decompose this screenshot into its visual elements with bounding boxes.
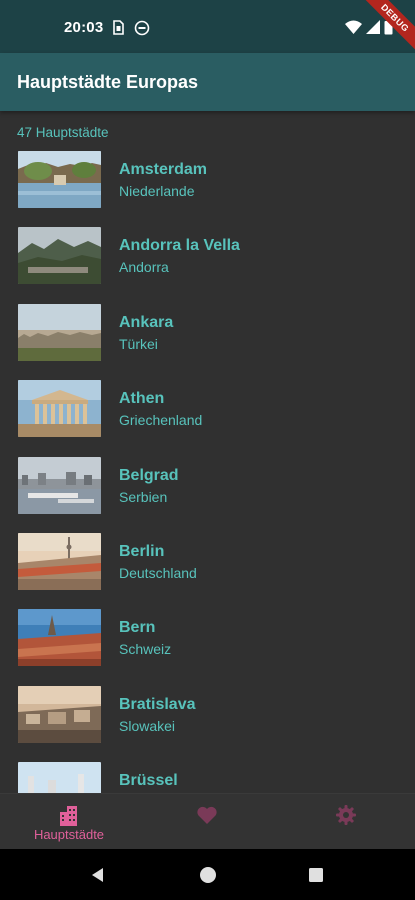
recents-icon[interactable] [306, 865, 326, 885]
system-navigation-bar [0, 849, 415, 900]
data-saver-icon [134, 20, 150, 36]
gear-icon [336, 805, 356, 825]
city-name: Andorra la Vella [119, 237, 240, 255]
list-item[interactable]: Andorra la Vella Andorra [0, 224, 415, 300]
city-name: Bern [119, 619, 156, 637]
country-name: Schweiz [119, 641, 172, 658]
city-thumbnail-bern [18, 609, 101, 667]
status-time: 20:03 [64, 19, 104, 36]
country-name: Deutschland [119, 564, 197, 581]
list-item[interactable]: Belgrad Serbien [0, 454, 415, 530]
country-name: Slowakei [119, 717, 176, 734]
capitals-list[interactable]: Amsterdam Niederlande Andorra la Vella A… [0, 148, 415, 793]
status-icons [345, 19, 393, 35]
city-thumbnail-belgrad [18, 456, 101, 514]
city-thumbnail-amsterdam [18, 151, 101, 208]
city-name: Belgrad [119, 466, 179, 484]
nav-item-hauptstaedte[interactable]: Hauptstädte [0, 794, 138, 850]
country-name: Griechenland [119, 412, 203, 429]
city-name: Brüssel [119, 772, 178, 790]
country-name: Niederlande [119, 183, 195, 199]
city-thumbnail-berlin [18, 532, 101, 590]
home-icon[interactable] [198, 865, 218, 885]
city-thumbnail-andorra-la-vella [18, 227, 101, 285]
list-item[interactable]: Ankara Türkei [0, 301, 415, 377]
wifi-icon [345, 20, 362, 34]
list-item[interactable]: Amsterdam Niederlande [0, 148, 415, 224]
back-icon[interactable] [88, 865, 108, 885]
list-item[interactable]: Athen Griechenland [0, 377, 415, 453]
capitals-list-screen[interactable]: 47 Hauptstädte Amsterdam Niederlande And… [0, 111, 415, 793]
city-thumbnail-athen [18, 380, 101, 438]
signal-icon [366, 20, 380, 34]
page-title: Hauptstädte Europas [17, 72, 199, 92]
list-item[interactable]: Bern Schweiz [0, 606, 415, 682]
city-icon [60, 806, 77, 826]
country-name: Andorra [119, 259, 169, 276]
city-thumbnail-ankara [18, 303, 101, 361]
city-name: Athen [119, 390, 165, 408]
city-name: Ankara [119, 313, 174, 331]
status-bar: 20:03 [0, 0, 415, 53]
nav-label-hauptstaedte: Hauptstädte [33, 827, 105, 842]
app-bar: Hauptstädte Europas [0, 53, 415, 111]
heart-icon [197, 806, 217, 824]
city-thumbnail-bruessel [18, 762, 101, 793]
capital-count: 47 Hauptstädte [17, 125, 109, 140]
sim-card-icon [113, 20, 124, 35]
list-item[interactable]: Brüssel [0, 759, 415, 793]
city-name: Amsterdam [119, 161, 208, 178]
nav-item-settings[interactable] [277, 794, 415, 850]
city-name: Bratislava [119, 695, 196, 713]
list-item[interactable]: Berlin Deutschland [0, 530, 415, 606]
country-name: Türkei [119, 335, 158, 352]
city-thumbnail-bratislava [18, 685, 101, 743]
list-item[interactable]: Bratislava Slowakei [0, 683, 415, 759]
country-name: Serbien [119, 488, 168, 505]
bottom-navigation: Hauptstädte [0, 793, 415, 849]
nav-item-favorites[interactable] [138, 794, 276, 850]
city-name: Berlin [119, 542, 165, 560]
